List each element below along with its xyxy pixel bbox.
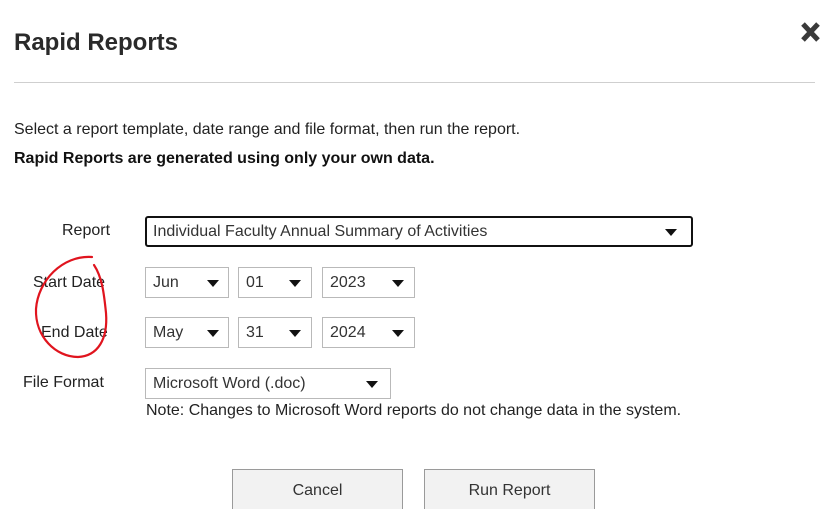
header-divider (14, 82, 815, 83)
cancel-button[interactable]: Cancel (232, 469, 403, 509)
start-year-select[interactable]: 2023 (322, 267, 415, 298)
end-month-select[interactable]: May (145, 317, 229, 348)
start-day-select[interactable]: 01 (238, 267, 312, 298)
rapid-reports-dialog: Rapid Reports Select a report template, … (0, 0, 821, 509)
report-select[interactable]: Individual Faculty Annual Summary of Act… (145, 216, 693, 247)
close-icon[interactable] (800, 20, 821, 44)
chevron-down-icon (207, 279, 219, 287)
chevron-down-icon (366, 380, 378, 388)
end-day-select[interactable]: 31 (238, 317, 312, 348)
file-format-select[interactable]: Microsoft Word (.doc) (145, 368, 391, 399)
report-label: Report (62, 222, 111, 239)
start-year-value: 2023 (330, 274, 366, 291)
start-date-label: Start Date (33, 274, 106, 291)
chevron-down-icon (207, 329, 219, 337)
chevron-down-icon (289, 279, 301, 287)
intro-bold-text: Rapid Reports are generated using only y… (14, 150, 435, 167)
intro-text: Select a report template, date range and… (14, 121, 521, 138)
start-month-value: Jun (153, 274, 179, 291)
chevron-down-icon (392, 279, 404, 287)
dialog-title: Rapid Reports (14, 29, 179, 56)
file-format-label: File Format (23, 374, 104, 391)
chevron-down-icon (665, 228, 677, 236)
end-year-value: 2024 (330, 324, 366, 341)
report-select-value: Individual Faculty Annual Summary of Act… (153, 223, 488, 240)
end-date-label: End Date (41, 324, 108, 341)
end-year-select[interactable]: 2024 (322, 317, 415, 348)
chevron-down-icon (392, 329, 404, 337)
start-day-value: 01 (246, 274, 264, 291)
annotation-circle (34, 255, 108, 359)
start-month-select[interactable]: Jun (145, 267, 229, 298)
file-format-value: Microsoft Word (.doc) (153, 375, 306, 392)
run-report-button[interactable]: Run Report (424, 469, 595, 509)
file-format-note: Note: Changes to Microsoft Word reports … (146, 402, 682, 419)
end-month-value: May (153, 324, 184, 341)
chevron-down-icon (289, 329, 301, 337)
end-day-value: 31 (246, 324, 264, 341)
